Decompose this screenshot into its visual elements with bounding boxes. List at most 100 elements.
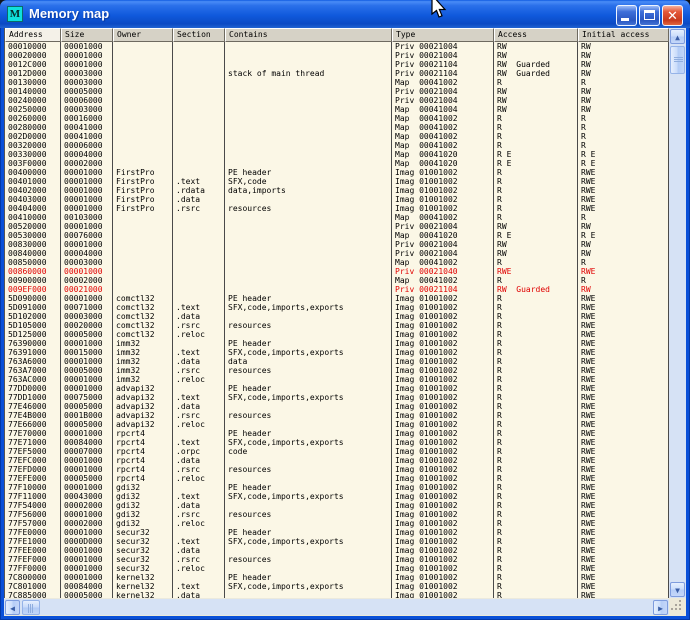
table-row[interactable]: 77F5400000002000gdi32.dataImag 01001002R… [5, 501, 670, 510]
table-row[interactable]: 77EFD00000001000rpcrt4.rsrcresourcesImag… [5, 465, 670, 474]
table-row[interactable]: 5D10200000003000comctl32.dataImag 010010… [5, 312, 670, 321]
table-row[interactable]: 0086000000001000Priv 00021040RWERWE [5, 267, 670, 276]
scroll-left-button[interactable]: ◀ [5, 600, 20, 615]
table-row[interactable]: 7C88500000005000kernel32.dataImag 010010… [5, 591, 670, 598]
table-row[interactable]: 002D000000041000Map 00041002RR [5, 132, 670, 141]
column-header-section[interactable]: Section [173, 28, 225, 42]
table-row[interactable]: 5D10500000020000comctl32.rsrcresourcesIm… [5, 321, 670, 330]
table-row[interactable]: 77E7000000001000rpcrt4PE headerImag 0100… [5, 429, 670, 438]
table-row[interactable]: 77FEE00000001000secur32.dataImag 0100100… [5, 546, 670, 555]
table-row[interactable]: 0001000000001000Priv 00021004RWRW [5, 42, 670, 51]
table-row[interactable]: 77FE10000000D000secur32.textSFX,code,imp… [5, 537, 670, 546]
cell-initial-access: RWE [578, 357, 669, 366]
vertical-scrollbar[interactable]: ▲ ▼ [669, 28, 686, 598]
cell-access: RW [494, 222, 578, 231]
table-row[interactable]: 77F5600000001000gdi32.rsrcresourcesImag … [5, 510, 670, 519]
table-row[interactable]: 0033000000004000Map 00041020R ER E [5, 150, 670, 159]
scroll-down-button[interactable]: ▼ [670, 582, 685, 597]
table-row[interactable]: 763AC00000001000imm32.relocImag 01001002… [5, 375, 670, 384]
table-row[interactable]: 77EFE00000005000rpcrt4.relocImag 0100100… [5, 474, 670, 483]
column-header-initial-access[interactable]: Initial access [578, 28, 669, 42]
table-row[interactable]: 0040000000001000FirstProPE headerImag 01… [5, 168, 670, 177]
table-row[interactable]: 0002000000001000Priv 00021004RWRW [5, 51, 670, 60]
table-row[interactable]: 77E4600000005000advapi32.dataImag 010010… [5, 402, 670, 411]
maximize-button[interactable] [639, 5, 660, 26]
cell-size: 00084000 [61, 582, 113, 591]
minimize-button[interactable] [616, 5, 637, 26]
table-row[interactable]: 77FF000000001000secur32.relocImag 010010… [5, 564, 670, 573]
table-row[interactable]: 77E6600000005000advapi32.relocImag 01001… [5, 420, 670, 429]
table-row[interactable]: 003F000000002000Map 00041020R ER E [5, 159, 670, 168]
vertical-scroll-thumb[interactable] [670, 46, 685, 74]
column-header-type[interactable]: Type [392, 28, 494, 42]
table-row[interactable]: 7639000000001000imm32PE headerImag 01001… [5, 339, 670, 348]
table-row[interactable]: 0053000000076000Map 00041020R ER E [5, 231, 670, 240]
cell-type: Imag 01001002 [392, 429, 494, 438]
table-row[interactable]: 0052000000001000Priv 00021004RWRW [5, 222, 670, 231]
table-row[interactable]: 0090000000002000Map 00041002RR [5, 276, 670, 285]
table-row[interactable]: 77DD000000001000advapi32PE headerImag 01… [5, 384, 670, 393]
cell-address: 77F54000 [5, 501, 61, 510]
table-row[interactable]: 0032000000006000Map 00041002RR [5, 141, 670, 150]
table-row[interactable]: 0040300000001000FirstPro.dataImag 010010… [5, 195, 670, 204]
cell-access: R [494, 114, 578, 123]
table-row[interactable]: 5D09100000071000comctl32.textSFX,code,im… [5, 303, 670, 312]
table-row[interactable]: 0012D00000003000stack of main threadPriv… [5, 69, 670, 78]
horizontal-scroll-thumb[interactable] [22, 600, 40, 615]
column-header-address[interactable]: Address [5, 28, 61, 42]
table-row[interactable]: 0084000000004000Priv 00021004RWRW [5, 249, 670, 258]
cell-type: Priv 00021004 [392, 249, 494, 258]
table-row[interactable]: 77E4B0000001B000advapi32.rsrcresourcesIm… [5, 411, 670, 420]
cell-access: R [494, 168, 578, 177]
table-row[interactable]: 77EF500000007000rpcrt4.orpccodeImag 0100… [5, 447, 670, 456]
table-row[interactable]: 77DD100000075000advapi32.textSFX,code,im… [5, 393, 670, 402]
table-row[interactable]: 0085000000003000Map 00041002RR [5, 258, 670, 267]
table-row[interactable]: 7C80100000084000kernel32.textSFX,code,im… [5, 582, 670, 591]
resize-grip[interactable] [669, 598, 686, 615]
table-row[interactable]: 0083000000001000Priv 00021004RWRW [5, 240, 670, 249]
table-row[interactable]: 0012C00000001000Priv 00021104RW GuardedR… [5, 60, 670, 69]
table-row[interactable]: 0041000000103000Map 00041002RR [5, 213, 670, 222]
table-row[interactable]: 0028000000041000Map 00041002RR [5, 123, 670, 132]
cell-section: .reloc [173, 375, 225, 384]
cell-access: RW [494, 42, 578, 51]
cell-owner: advapi32 [113, 411, 173, 420]
cell-section [173, 222, 225, 231]
cell-access: R E [494, 231, 578, 240]
table-row[interactable]: 7C80000000001000kernel32PE headerImag 01… [5, 573, 670, 582]
table-row[interactable]: 77E7100000084000rpcrt4.textSFX,code,impo… [5, 438, 670, 447]
table-row[interactable]: 0025000000003000Map 00041004RWRW [5, 105, 670, 114]
column-header-access[interactable]: Access [494, 28, 578, 42]
table-row[interactable]: 7639100000015000imm32.textSFX,code,impor… [5, 348, 670, 357]
table-row[interactable]: 77FEF00000001000secur32.rsrcresourcesIma… [5, 555, 670, 564]
column-header-contains[interactable]: Contains [225, 28, 392, 42]
table-row[interactable]: 0026000000016000Map 00041002RR [5, 114, 670, 123]
close-button[interactable]: ✕ [662, 5, 683, 26]
table-row[interactable]: 763A700000005000imm32.rsrcresourcesImag … [5, 366, 670, 375]
table-row[interactable]: 0040400000001000FirstPro.rsrcresourcesIm… [5, 204, 670, 213]
table-row[interactable]: 5D09000000001000comctl32PE headerImag 01… [5, 294, 670, 303]
table-body: 0001000000001000Priv 00021004RWRW0002000… [5, 42, 670, 598]
column-header-owner[interactable]: Owner [113, 28, 173, 42]
table-row[interactable]: 0024000000006000Priv 00021004RWRW [5, 96, 670, 105]
table-row[interactable]: 5D12500000005000comctl32.relocImag 01001… [5, 330, 670, 339]
table-row[interactable]: 763A600000001000imm32.datadataImag 01001… [5, 357, 670, 366]
table-row[interactable]: 009EF00000021000Priv 00021104RW GuardedR… [5, 285, 670, 294]
cell-owner [113, 249, 173, 258]
table-row[interactable]: 77F5700000002000gdi32.relocImag 01001002… [5, 519, 670, 528]
table-row[interactable]: 0040100000001000FirstPro.textSFX,codeIma… [5, 177, 670, 186]
horizontal-scrollbar[interactable]: ◀ ▶ [4, 598, 669, 615]
title-bar[interactable]: M Memory map ✕ [0, 0, 690, 28]
table-row[interactable]: 0013000000003000Map 00041002RR [5, 78, 670, 87]
scroll-right-button[interactable]: ▶ [653, 600, 668, 615]
table-row[interactable]: 77EFC00000001000rpcrt4.dataImag 01001002… [5, 456, 670, 465]
table-row[interactable]: 0014000000005000Priv 00021004RWRW [5, 87, 670, 96]
window-menu-icon[interactable]: M [7, 6, 23, 22]
table-row[interactable]: 77F1100000043000gdi32.textSFX,code,impor… [5, 492, 670, 501]
table-row[interactable]: 0040200000001000FirstPro.rdatadata,impor… [5, 186, 670, 195]
table-row[interactable]: 77F1000000001000gdi32PE headerImag 01001… [5, 483, 670, 492]
cell-size: 00001000 [61, 357, 113, 366]
table-row[interactable]: 77FE000000001000secur32PE headerImag 010… [5, 528, 670, 537]
scroll-up-button[interactable]: ▲ [670, 29, 685, 44]
column-header-size[interactable]: Size [61, 28, 113, 42]
